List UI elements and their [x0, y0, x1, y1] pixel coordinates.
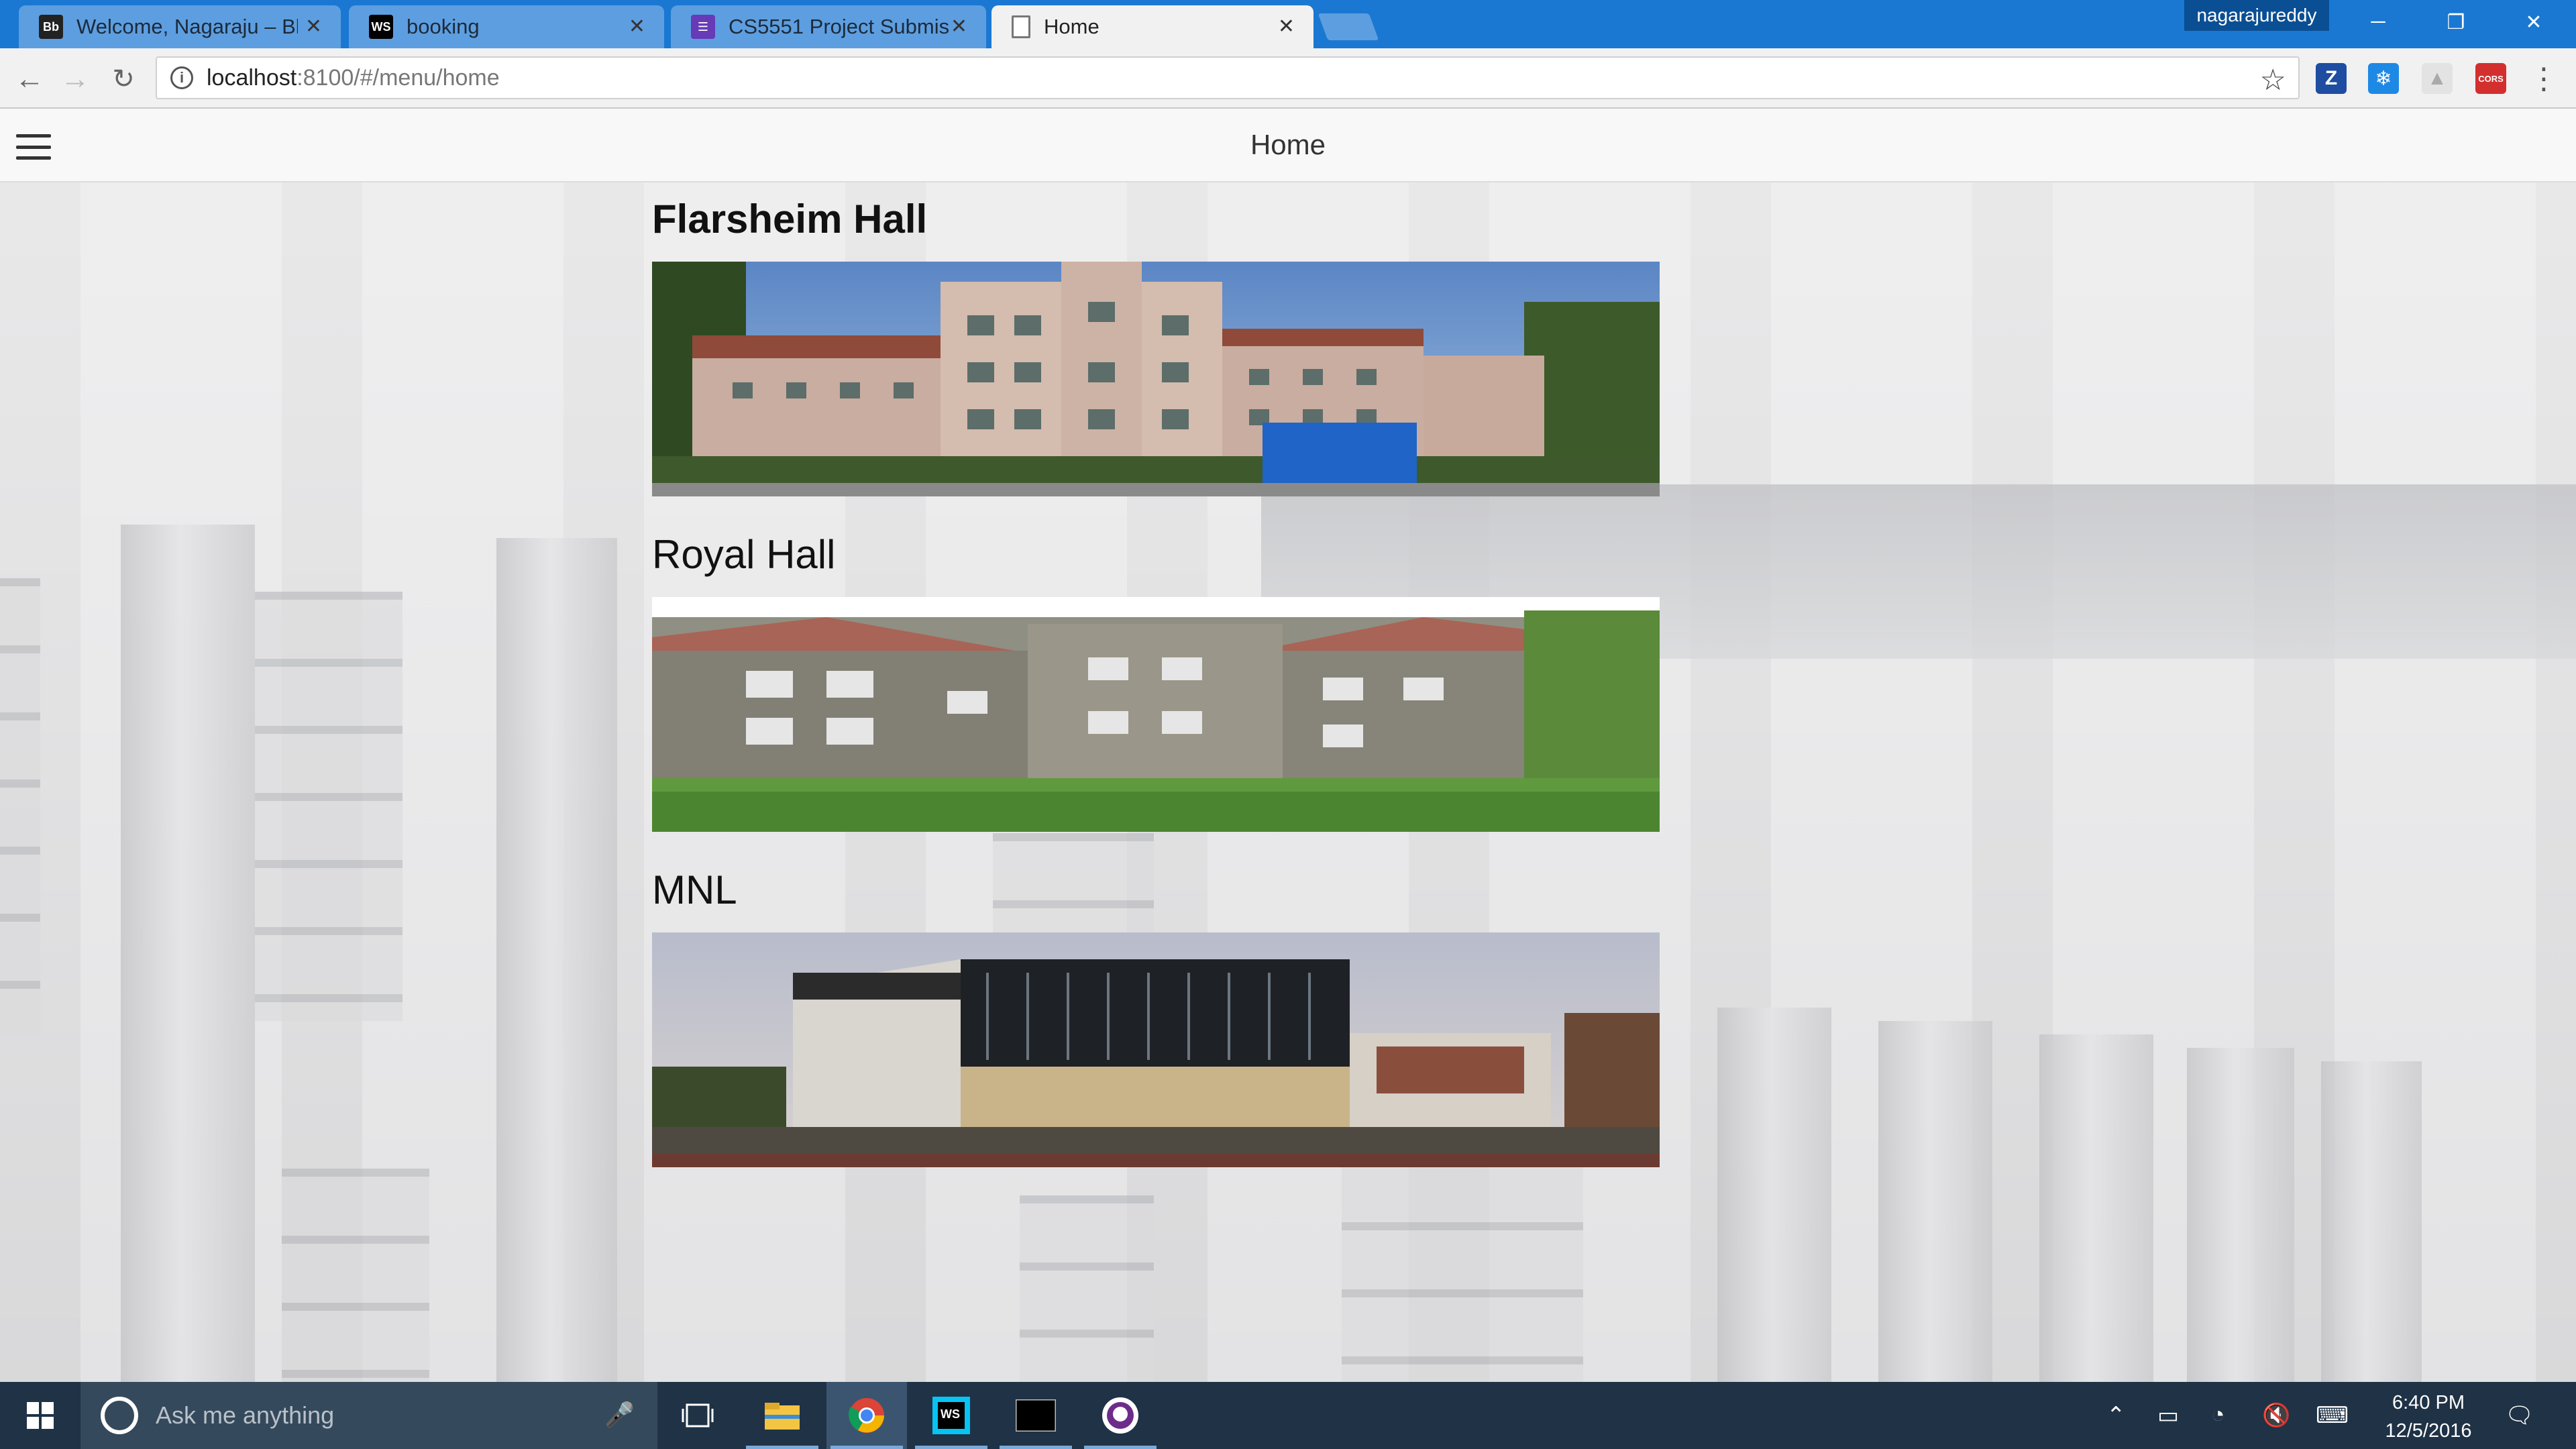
browser-toolbar: ← → ↻ i localhost:8100/#/menu/home ☆ Z ❄… — [0, 48, 2576, 109]
close-icon[interactable]: ✕ — [629, 15, 645, 38]
back-icon[interactable]: ← — [11, 60, 48, 98]
chrome-icon[interactable] — [826, 1382, 907, 1449]
webstorm-icon[interactable]: WS — [911, 1382, 991, 1449]
show-hidden-icons-icon[interactable]: ⌃ — [2106, 1402, 2126, 1429]
minimize-icon[interactable]: ─ — [2341, 5, 2415, 39]
address-bar[interactable]: i localhost:8100/#/menu/home ☆ — [156, 56, 2300, 99]
app-header: Home — [0, 109, 2576, 182]
tab-label: booking — [407, 15, 480, 38]
tab-label: Home — [1044, 15, 1099, 38]
mnl-image[interactable] — [652, 932, 1660, 1167]
blackboard-icon: Bb — [39, 15, 63, 39]
task-view-icon[interactable] — [657, 1382, 738, 1449]
snowflake-icon[interactable]: ❄ — [2368, 63, 2399, 94]
start-button[interactable] — [0, 1382, 80, 1449]
clock-time: 6:40 PM — [2392, 1392, 2465, 1413]
cortana-search-box[interactable]: Ask me anything 🎤 — [80, 1382, 657, 1449]
tab-welcome[interactable]: Bb Welcome, Nagaraju – Bla ✕ — [19, 5, 341, 48]
profile-button[interactable]: nagarajureddy — [2184, 0, 2329, 31]
tab-project-submission[interactable]: ☰ CS5551 Project Submissi ✕ — [671, 5, 986, 48]
file-explorer-icon[interactable] — [742, 1382, 822, 1449]
wifi-icon[interactable]: ◔ — [2211, 1402, 2225, 1428]
svg-text:WS: WS — [941, 1407, 960, 1421]
forms-icon: ☰ — [691, 15, 715, 39]
info-icon[interactable]: i — [170, 66, 193, 89]
restore-icon[interactable]: ❐ — [2419, 5, 2493, 39]
webstorm-icon: WS — [369, 15, 393, 39]
close-icon[interactable]: ✕ — [951, 15, 967, 38]
flarsheim-hall-image[interactable] — [652, 262, 1660, 496]
tab-home[interactable]: Home ✕ — [991, 5, 1313, 48]
new-tab-button[interactable] — [1318, 13, 1379, 40]
keyboard-icon[interactable]: ⌨ — [2316, 1402, 2349, 1429]
microphone-icon[interactable]: 🎤 — [604, 1401, 635, 1429]
close-icon[interactable]: ✕ — [1278, 15, 1295, 38]
royal-hall-image[interactable] — [652, 597, 1660, 832]
more-menu-icon[interactable]: ⋮ — [2529, 62, 2559, 96]
action-center-icon[interactable]: 🗨 — [2505, 1402, 2534, 1429]
tab-booking[interactable]: WS booking ✕ — [349, 5, 664, 48]
windows-taskbar: Ask me anything 🎤 WS ⌃ ▭ ◔ 🔇 ⌨ 6:40 PM 1… — [0, 1382, 2576, 1449]
clock-date: 12/5/2016 — [2385, 1420, 2472, 1442]
forward-icon[interactable]: → — [56, 60, 94, 98]
hall-title-flarsheim[interactable]: Flarsheim Hall — [652, 196, 927, 242]
search-placeholder: Ask me anything — [156, 1401, 335, 1429]
zotero-icon[interactable]: Z — [2316, 63, 2347, 94]
browser-title-bar: Bb Welcome, Nagaraju – Bla ✕ WS booking … — [0, 0, 2576, 48]
page-icon — [1012, 15, 1030, 38]
app-content: Home Flarsheim Hall Royal Hall MNL — [0, 109, 2576, 1382]
tab-label: CS5551 Project Submissi — [729, 15, 950, 38]
hall-title-mnl[interactable]: MNL — [652, 867, 737, 913]
volume-muted-icon[interactable]: 🔇 — [2262, 1402, 2290, 1429]
close-icon[interactable]: ✕ — [305, 15, 322, 38]
star-icon[interactable]: ☆ — [2260, 63, 2286, 97]
command-prompt-icon[interactable] — [996, 1382, 1076, 1449]
close-window-icon[interactable]: ✕ — [2497, 5, 2571, 39]
hall-title-royal[interactable]: Royal Hall — [652, 531, 835, 578]
page-title: Home — [1250, 129, 1326, 160]
tab-label: Welcome, Nagaraju – Bla — [76, 15, 298, 38]
reload-icon[interactable]: ↻ — [105, 60, 142, 98]
battery-icon[interactable]: ▭ — [2157, 1402, 2179, 1429]
url-host: localhost — [207, 64, 297, 91]
drive-icon[interactable]: ▲ — [2422, 63, 2453, 94]
github-icon[interactable] — [1080, 1382, 1161, 1449]
windows-icon — [27, 1402, 54, 1429]
url-path: :8100/#/menu/home — [297, 64, 500, 91]
cortana-icon — [101, 1397, 138, 1434]
cors-icon[interactable]: CORS — [2475, 63, 2506, 94]
system-clock[interactable]: 6:40 PM 12/5/2016 — [2375, 1389, 2482, 1445]
